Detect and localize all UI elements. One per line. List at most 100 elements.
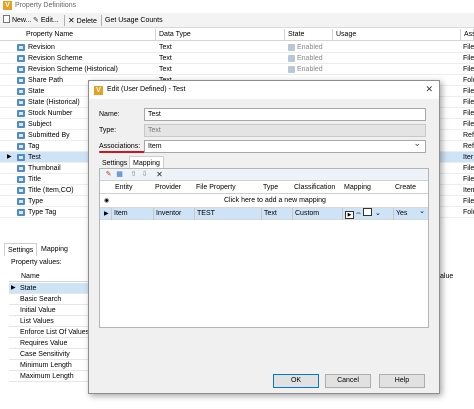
window-title: Property Definitions — [15, 2, 77, 9]
state-cell: Enabled — [297, 55, 323, 62]
mapping-header-mapping[interactable]: Mapping — [344, 181, 371, 194]
enabled-icon — [288, 55, 295, 62]
list-item[interactable]: Basic Search — [9, 294, 89, 305]
get-usage-counts-button[interactable]: Get Usage Counts — [105, 15, 163, 26]
enabled-icon — [288, 66, 295, 73]
type-label: Type: — [99, 127, 117, 134]
move-down-icon[interactable]: ⇩ — [140, 170, 149, 179]
mapping-direction-cell[interactable]: ▶ ⇔ ⌄ — [342, 208, 393, 220]
cancel-button[interactable]: Cancel — [325, 374, 371, 388]
associations-cell: File — [463, 121, 474, 128]
mapping-row[interactable]: ▶ Item Inventor TEST Text Custom ▶ ⇔ ⌄ Yes ⌄ — [100, 208, 428, 220]
associations-dropdown[interactable]: Item — [144, 138, 426, 153]
add-mapping-icon[interactable]: ✎ — [104, 170, 113, 179]
mapping-entity-cell[interactable]: Item — [111, 208, 153, 220]
tab-settings[interactable]: Settings — [4, 243, 38, 256]
name-column-header[interactable]: Name — [9, 271, 89, 282]
list-item[interactable]: ▶ State — [9, 283, 89, 294]
property-value-name: Initial Value — [20, 307, 56, 314]
column-header-usage[interactable]: Usage — [333, 29, 461, 41]
new-row-marker-icon: ◉ — [104, 198, 110, 204]
value-column-header[interactable]: alue — [440, 271, 453, 282]
mapping-header-entity[interactable]: Entity — [115, 181, 133, 194]
table-row[interactable]: Revision Text Enabled File — [0, 42, 474, 53]
delete-label: Delete — [76, 18, 97, 25]
name-field[interactable]: Test — [144, 108, 426, 121]
property-icon — [17, 110, 25, 117]
ok-button[interactable]: OK — [273, 374, 319, 388]
list-item[interactable]: List Values — [9, 316, 89, 327]
toolbar-divider — [101, 15, 102, 26]
associations-cell: File — [463, 176, 474, 183]
mapping-direction-icon: ▶ — [345, 211, 354, 219]
table-row[interactable]: Revision Scheme Text Enabled File — [0, 53, 474, 64]
mapping-type-cell[interactable]: Text — [261, 208, 292, 220]
property-value-name: Maximum Length — [20, 373, 74, 380]
chevron-down-icon[interactable]: ⌄ — [375, 210, 381, 217]
delete-icon: ✕ — [68, 16, 75, 25]
grid-icon[interactable]: ▦ — [115, 170, 124, 179]
associations-cell: Fold — [463, 77, 474, 84]
row-pointer-icon: ▶ — [7, 154, 12, 160]
property-icon — [17, 77, 25, 84]
property-icon — [17, 121, 25, 128]
state-cell: Enabled — [297, 66, 323, 73]
chevron-down-icon[interactable]: ⌄ — [419, 208, 425, 218]
vault-app-icon: V — [94, 86, 103, 95]
property-icon — [17, 143, 25, 150]
list-item[interactable]: Enforce List Of Values — [9, 327, 89, 338]
add-mapping-hint: Click here to add a new mapping — [224, 197, 326, 204]
property-icon — [17, 198, 25, 205]
property-value-name: Enforce List Of Values — [20, 329, 90, 336]
help-button[interactable]: Help — [379, 374, 425, 388]
mapping-header-file-property[interactable]: File Property — [196, 181, 236, 194]
associations-cell: File — [463, 198, 474, 205]
vault-app-icon: V — [3, 1, 12, 10]
delete-mapping-icon[interactable]: ✕ — [155, 170, 164, 179]
row-pointer-icon: ▶ — [11, 285, 16, 291]
property-value-name: Requires Value — [20, 340, 68, 347]
property-icon — [17, 55, 25, 62]
column-header-property-name[interactable]: Property Name — [0, 29, 156, 41]
new-label: New... — [11, 17, 32, 24]
mapping-create-cell[interactable]: Yes ⌄ — [393, 208, 428, 220]
mapping-header-create[interactable]: Create — [395, 181, 416, 194]
property-icon — [17, 209, 25, 216]
mapping-header-classification[interactable]: Classification — [294, 181, 335, 194]
mapping-header-provider[interactable]: Provider — [155, 181, 181, 194]
column-header-data-type[interactable]: Data Type — [156, 29, 285, 41]
associations-cell: File — [463, 66, 474, 73]
property-icon — [17, 176, 25, 183]
new-button[interactable]: New... — [3, 15, 31, 26]
move-up-icon[interactable]: ⇧ — [129, 170, 138, 179]
associations-cell: File — [463, 55, 474, 62]
list-item[interactable]: Requires Value — [9, 338, 89, 349]
property-icon — [17, 99, 25, 106]
table-row[interactable]: Revision Scheme (Historical) Text Enabled F… — [0, 64, 474, 75]
add-mapping-row[interactable]: ◉ Click here to add a new mapping — [100, 194, 428, 208]
property-value-name: List Values — [20, 318, 54, 325]
name-label: Name: — [99, 111, 120, 118]
edit-button[interactable]: ✎ Edit... — [33, 15, 59, 26]
mapping-direction-icon — [363, 208, 372, 216]
mapping-classification-cell[interactable]: Custom — [292, 208, 342, 220]
column-header-associations[interactable]: Ass — [461, 29, 474, 41]
tab-mapping[interactable]: Mapping — [38, 243, 71, 256]
list-item[interactable]: Initial Value — [9, 305, 89, 316]
list-item[interactable]: Case Sensitivity — [9, 349, 89, 360]
delete-button[interactable]: ✕ Delete — [68, 15, 97, 26]
mapping-file-property-cell[interactable]: TEST — [194, 208, 261, 220]
mapping-header-row: Entity Provider File Property Type Class… — [100, 181, 428, 194]
mapping-provider-cell[interactable]: Inventor — [153, 208, 194, 220]
property-name-cell: Revision Scheme — [28, 55, 83, 62]
close-icon[interactable]: ✕ — [425, 84, 433, 95]
new-icon — [3, 15, 10, 23]
mapping-header-type[interactable]: Type — [263, 181, 278, 194]
list-item[interactable]: Maximum Length — [9, 371, 89, 382]
column-header-state[interactable]: State — [285, 29, 333, 41]
associations-cell: File — [463, 110, 474, 117]
edit-icon: ✎ — [33, 17, 39, 24]
list-item[interactable]: Minimum Length — [9, 360, 89, 371]
toolbar: New... ✎ Edit... ✕ Delete Get Usage Coun… — [0, 13, 474, 28]
associations-cell: Ref — [463, 132, 474, 139]
